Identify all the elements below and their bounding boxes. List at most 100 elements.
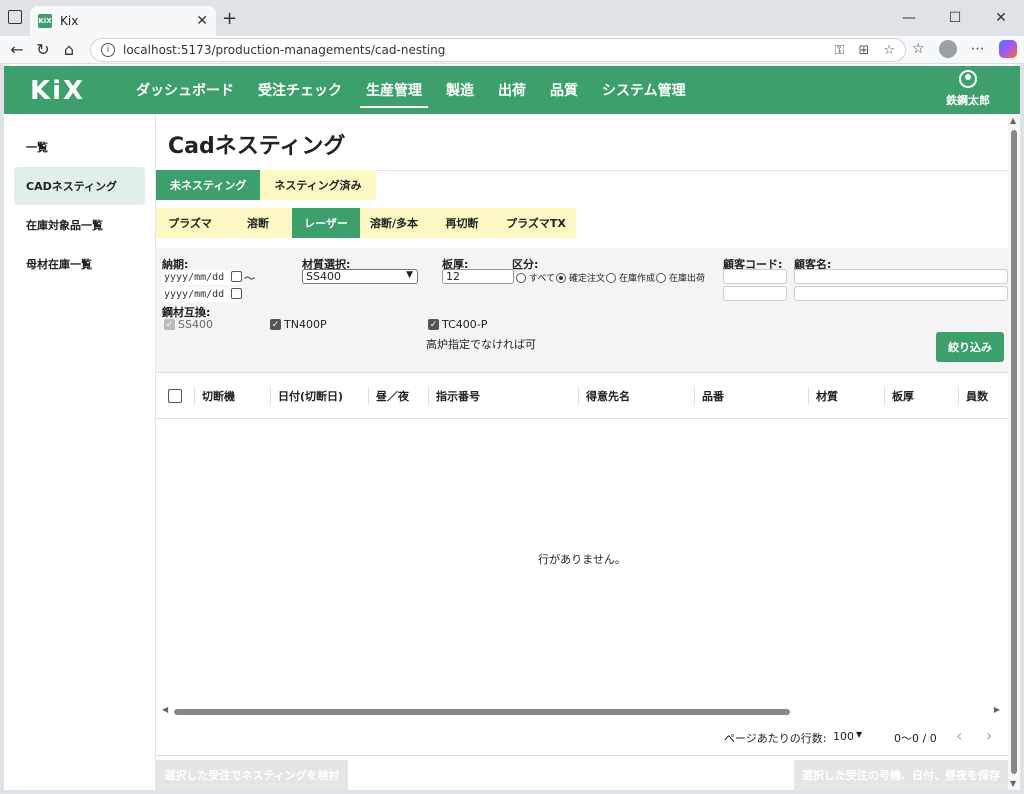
review-nesting-button[interactable]: 選択した受注でネスティングを検討 xyxy=(156,760,348,790)
calendar-icon[interactable] xyxy=(231,271,242,282)
radio-circle[interactable] xyxy=(556,272,566,283)
method-tab-5[interactable]: プラズマTX xyxy=(496,208,576,238)
profile-avatar[interactable] xyxy=(938,40,957,58)
column-separator[interactable] xyxy=(578,387,579,405)
material-select[interactable]: SS400 ▼ xyxy=(302,269,418,284)
scroll-left-icon[interactable]: ◀ xyxy=(162,705,168,714)
tab-actions-icon[interactable] xyxy=(8,10,22,24)
scroll-right-icon[interactable]: ▶ xyxy=(994,705,1000,714)
column-separator[interactable] xyxy=(194,387,195,405)
close-window-icon[interactable]: ✕ xyxy=(978,0,1024,36)
scroll-down-icon[interactable]: ▼ xyxy=(1010,779,1016,788)
method-tab-2[interactable]: レーザー xyxy=(292,208,360,238)
sidebar-item-2[interactable]: 在庫対象品一覧 xyxy=(14,206,145,244)
radio-circle[interactable] xyxy=(606,272,616,283)
collections-icon[interactable]: ☆ xyxy=(912,41,925,57)
menu-item-3[interactable]: 製造 xyxy=(434,66,486,114)
column-header-1[interactable]: 日付(切断日) xyxy=(278,387,343,405)
menu-item-0[interactable]: ダッシュボード xyxy=(124,66,246,114)
column-header-5[interactable]: 品番 xyxy=(702,387,724,405)
user-menu[interactable]: 鉄鋼太郎 xyxy=(946,70,990,108)
column-header-3[interactable]: 指示番号 xyxy=(436,387,480,405)
reader-icon[interactable]: ⊞ xyxy=(858,43,869,58)
sidebar-item-0[interactable]: 一覧 xyxy=(14,128,145,166)
menu-item-6[interactable]: システム管理 xyxy=(590,66,698,114)
column-header-2[interactable]: 昼／夜 xyxy=(376,387,409,405)
status-tab-1[interactable]: ネスティング済み xyxy=(260,170,376,200)
method-tab-0[interactable]: プラズマ xyxy=(156,208,224,238)
method-tab-1[interactable]: 溶断 xyxy=(224,208,292,238)
rows-per-page-select[interactable]: 100 xyxy=(833,730,854,743)
column-separator[interactable] xyxy=(368,387,369,405)
column-separator[interactable] xyxy=(958,387,959,405)
copilot-icon[interactable] xyxy=(998,40,1017,58)
browser-tab[interactable]: KiX Kix ✕ xyxy=(30,6,216,36)
category-radio-3[interactable]: 在庫出荷 xyxy=(656,271,705,284)
maximize-icon[interactable]: ☐ xyxy=(932,0,978,36)
check-icon[interactable]: ✓ xyxy=(270,319,281,330)
date-to-input[interactable]: yyyy/mm/dd xyxy=(162,287,242,302)
scrollbar-thumb[interactable] xyxy=(1011,130,1017,774)
column-header-7[interactable]: 板厚 xyxy=(892,387,914,405)
column-header-0[interactable]: 切断機 xyxy=(202,387,235,405)
status-tabs: 未ネスティング ネスティング済み xyxy=(156,170,376,200)
select-all-checkbox[interactable] xyxy=(168,389,182,403)
status-tab-0[interactable]: 未ネスティング xyxy=(156,170,261,200)
vertical-scrollbar[interactable]: ▲ ▼ xyxy=(1008,114,1020,790)
sidebar-item-1[interactable]: CADネスティング xyxy=(14,167,145,205)
save-selection-button[interactable]: 選択した受注の号機、日付、昼夜を保存 xyxy=(794,760,1008,790)
app-logo[interactable]: KiX xyxy=(30,76,85,106)
customer-name-input-2[interactable] xyxy=(794,286,1008,301)
date-from-input[interactable]: yyyy/mm/dd xyxy=(162,270,242,285)
home-icon[interactable]: ⌂ xyxy=(56,40,82,59)
method-tab-3[interactable]: 溶断/多本 xyxy=(360,208,428,238)
menu-item-5[interactable]: 品質 xyxy=(538,66,590,114)
calendar-icon[interactable] xyxy=(231,288,242,299)
method-tab-4[interactable]: 再切断 xyxy=(428,208,496,238)
minimize-icon[interactable]: — xyxy=(886,0,932,36)
column-separator[interactable] xyxy=(808,387,809,405)
page-title: Cadネスティング xyxy=(168,134,346,159)
column-header-6[interactable]: 材質 xyxy=(816,387,838,405)
favorite-icon[interactable]: ☆ xyxy=(883,43,895,58)
column-header-8[interactable]: 員数 xyxy=(966,387,988,405)
chevron-down-icon[interactable]: ▼ xyxy=(856,730,862,739)
scroll-up-icon[interactable]: ▲ xyxy=(1010,116,1016,125)
category-radio-2[interactable]: 在庫作成 xyxy=(606,271,655,284)
filter-button[interactable]: 絞り込み xyxy=(936,332,1004,362)
column-separator[interactable] xyxy=(884,387,885,405)
menu-item-1[interactable]: 受注チェック xyxy=(246,66,354,114)
customer-name-input-1[interactable] xyxy=(794,269,1008,284)
data-grid: 切断機 日付(切断日) 昼／夜 指示番号 得意先名 品番 材質 板厚 員数 行がありません。 ◀… xyxy=(156,372,1008,756)
column-separator[interactable] xyxy=(270,387,271,405)
next-page-icon[interactable]: › xyxy=(986,726,992,745)
compat-checkbox-2[interactable]: ✓ TC400-P xyxy=(428,318,487,331)
menu-item-2[interactable]: 生産管理 xyxy=(354,66,434,114)
category-radio-1[interactable]: 確定注文 xyxy=(556,271,605,284)
check-icon[interactable]: ✓ xyxy=(428,319,439,330)
close-tab-icon[interactable]: ✕ xyxy=(196,13,208,29)
compat-checkbox-1[interactable]: ✓ TN400P xyxy=(270,318,327,331)
new-tab-icon[interactable]: + xyxy=(222,8,237,29)
address-bar[interactable]: i localhost:5173/production-managements/… xyxy=(90,38,906,62)
column-header-4[interactable]: 得意先名 xyxy=(586,387,630,405)
radio-circle[interactable] xyxy=(516,272,526,283)
date-range-separator: 〜 xyxy=(244,272,255,285)
menu-item-4[interactable]: 出荷 xyxy=(486,66,538,114)
key-icon[interactable]: ⚿ xyxy=(835,43,845,58)
column-separator[interactable] xyxy=(694,387,695,405)
refresh-icon[interactable]: ↻ xyxy=(30,40,56,59)
scrollbar-thumb[interactable] xyxy=(174,709,790,715)
sidebar-item-3[interactable]: 母材在庫一覧 xyxy=(14,245,145,283)
method-tabs: プラズマ 溶断 レーザー 溶断/多本 再切断 プラズマTX xyxy=(156,208,576,238)
category-radio-0[interactable]: すべて xyxy=(516,271,555,284)
info-icon[interactable]: i xyxy=(101,43,115,57)
column-separator[interactable] xyxy=(428,387,429,405)
customer-code-input-1[interactable] xyxy=(723,269,787,284)
thickness-input[interactable]: 12 xyxy=(442,269,514,284)
customer-code-input-2[interactable] xyxy=(723,286,787,301)
prev-page-icon[interactable]: ‹ xyxy=(956,726,962,745)
radio-circle[interactable] xyxy=(656,272,666,283)
back-icon[interactable]: ← xyxy=(4,40,30,59)
more-icon[interactable]: ⋯ xyxy=(971,41,985,57)
